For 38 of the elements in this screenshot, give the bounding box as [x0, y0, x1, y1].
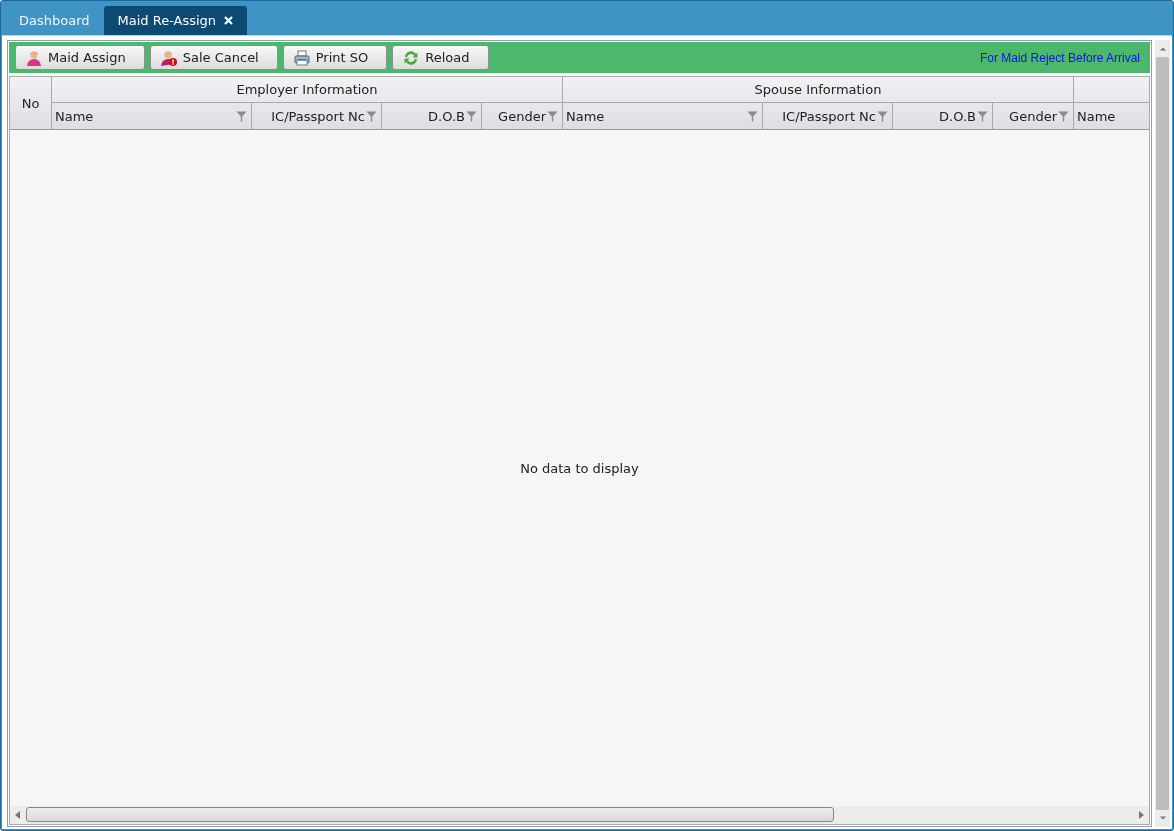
- column-header[interactable]: Gender: [993, 103, 1073, 129]
- filter-icon[interactable]: [747, 110, 758, 122]
- printer-icon: [293, 49, 310, 66]
- filter-icon[interactable]: [977, 110, 988, 122]
- toolbar-button[interactable]: Print SO: [282, 45, 388, 70]
- left-arrow-icon[interactable]: [14, 810, 22, 820]
- note-text: For Maid Reject Before Arrival: [979, 50, 1141, 65]
- filter-icon[interactable]: [877, 110, 888, 122]
- filter-icon[interactable]: [236, 110, 247, 122]
- right-arrow-icon[interactable]: [1137, 810, 1145, 820]
- group-header: Spouse Information: [563, 77, 1073, 103]
- person-alert-icon: [160, 49, 177, 66]
- filter-icon[interactable]: [366, 110, 377, 122]
- group-header: Employer Information: [52, 77, 562, 103]
- filter-icon[interactable]: [466, 110, 477, 122]
- column-header[interactable]: Name: [1074, 103, 1149, 129]
- horizontal-scrollbar[interactable]: [10, 806, 1149, 824]
- column-header[interactable]: Gender: [482, 103, 562, 129]
- scroll-thumb[interactable]: [26, 807, 835, 822]
- person-icon: [26, 49, 42, 66]
- empty-message: No data to display: [520, 460, 639, 476]
- toolbar-button[interactable]: Reload: [392, 45, 489, 70]
- filter-icon[interactable]: [1058, 110, 1069, 122]
- tab[interactable]: Maid Re-Assign: [103, 6, 248, 35]
- column-header[interactable]: Name: [563, 103, 763, 129]
- column-header[interactable]: D.O.B: [893, 103, 993, 129]
- filter-icon[interactable]: [547, 110, 558, 122]
- scroll-thumb[interactable]: [1156, 57, 1169, 810]
- reload-icon: [403, 49, 420, 66]
- column-header[interactable]: IC/Passport Nc: [252, 103, 382, 129]
- column-header[interactable]: No: [10, 77, 52, 129]
- column-header[interactable]: Name: [52, 103, 252, 129]
- close-icon[interactable]: [224, 16, 234, 25]
- toolbar-button[interactable]: Maid Assign: [15, 45, 145, 70]
- vertical-scrollbar[interactable]: [1155, 40, 1170, 827]
- column-header[interactable]: IC/Passport Nc: [763, 103, 893, 129]
- toolbar-button[interactable]: Sale Cancel: [149, 45, 278, 70]
- column-header[interactable]: D.O.B: [382, 103, 482, 129]
